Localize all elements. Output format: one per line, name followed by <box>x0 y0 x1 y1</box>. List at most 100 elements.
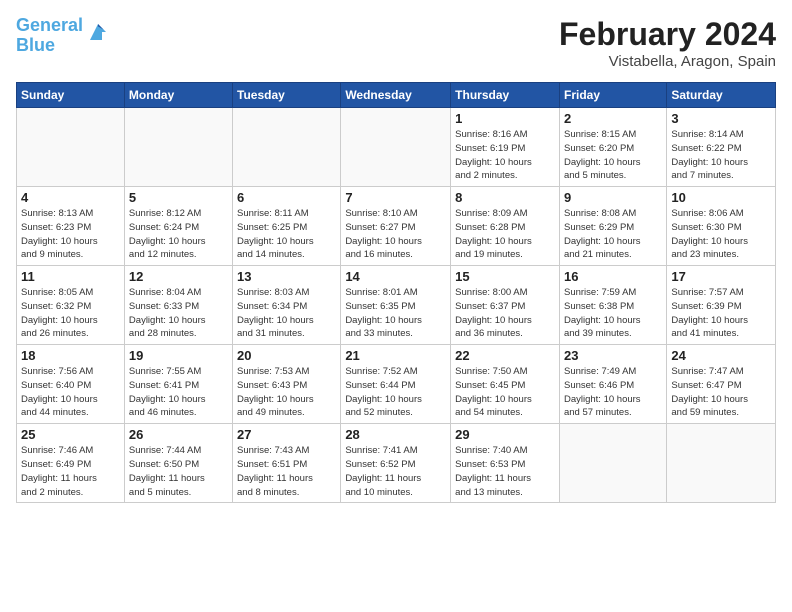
calendar-cell: 6 Sunrise: 8:11 AMSunset: 6:25 PMDaylight… <box>233 187 341 266</box>
day-of-week-monday: Monday <box>124 83 232 108</box>
day-info: Sunrise: 7:56 AMSunset: 6:40 PMDaylight:… <box>21 365 120 420</box>
day-info: Sunrise: 7:46 AMSunset: 6:49 PMDaylight:… <box>21 444 120 499</box>
day-info: Sunrise: 7:47 AMSunset: 6:47 PMDaylight:… <box>671 365 771 420</box>
day-number: 4 <box>21 190 120 205</box>
calendar-cell: 21 Sunrise: 7:52 AMSunset: 6:44 PMDayligh… <box>341 345 451 424</box>
day-info: Sunrise: 7:52 AMSunset: 6:44 PMDaylight:… <box>345 365 446 420</box>
week-row-2: 4Sunrise: 8:13 AMSunset: 6:23 PMDaylight… <box>17 187 776 266</box>
day-number: 21 <box>345 348 446 363</box>
calendar-cell: 8 Sunrise: 8:09 AMSunset: 6:28 PMDaylight… <box>451 187 560 266</box>
calendar-cell: 19Sunrise: 7:55 AMSunset: 6:41 PMDayligh… <box>124 345 232 424</box>
day-info: Sunrise: 8:08 AMSunset: 6:29 PMDaylight:… <box>564 207 662 262</box>
calendar-cell <box>233 108 341 187</box>
calendar-cell <box>667 424 776 503</box>
day-number: 26 <box>129 427 228 442</box>
day-number: 22 <box>455 348 555 363</box>
day-number: 13 <box>237 269 336 284</box>
logo-text: General Blue <box>16 16 83 56</box>
day-info: Sunrise: 8:01 AMSunset: 6:35 PMDaylight:… <box>345 286 446 341</box>
day-info: Sunrise: 7:43 AMSunset: 6:51 PMDaylight:… <box>237 444 336 499</box>
calendar-cell: 22 Sunrise: 7:50 AMSunset: 6:45 PMDayligh… <box>451 345 560 424</box>
day-info: Sunrise: 8:04 AMSunset: 6:33 PMDaylight:… <box>129 286 228 341</box>
calendar-cell: 9 Sunrise: 8:08 AMSunset: 6:29 PMDaylight… <box>559 187 666 266</box>
calendar-cell: 28 Sunrise: 7:41 AMSunset: 6:52 PMDayligh… <box>341 424 451 503</box>
calendar-cell: 14Sunrise: 8:01 AMSunset: 6:35 PMDayligh… <box>341 266 451 345</box>
week-row-1: 1 Sunrise: 8:16 AMSunset: 6:19 PMDaylight… <box>17 108 776 187</box>
calendar-cell: 5Sunrise: 8:12 AMSunset: 6:24 PMDaylight… <box>124 187 232 266</box>
day-info: Sunrise: 7:55 AMSunset: 6:41 PMDaylight:… <box>129 365 228 420</box>
week-row-3: 11 Sunrise: 8:05 AMSunset: 6:32 PMDayligh… <box>17 266 776 345</box>
day-info: Sunrise: 7:59 AMSunset: 6:38 PMDaylight:… <box>564 286 662 341</box>
calendar-cell: 13Sunrise: 8:03 AMSunset: 6:34 PMDayligh… <box>233 266 341 345</box>
day-number: 12 <box>129 269 228 284</box>
day-of-week-saturday: Saturday <box>667 83 776 108</box>
day-number: 1 <box>455 111 555 126</box>
title-block: February 2024 Vistabella, Aragon, Spain <box>559 16 776 70</box>
day-info: Sunrise: 7:41 AMSunset: 6:52 PMDaylight:… <box>345 444 446 499</box>
calendar-cell: 23 Sunrise: 7:49 AMSunset: 6:46 PMDayligh… <box>559 345 666 424</box>
day-number: 7 <box>345 190 446 205</box>
day-info: Sunrise: 7:49 AMSunset: 6:46 PMDaylight:… <box>564 365 662 420</box>
day-of-week-wednesday: Wednesday <box>341 83 451 108</box>
calendar-cell: 26 Sunrise: 7:44 AMSunset: 6:50 PMDayligh… <box>124 424 232 503</box>
day-number: 25 <box>21 427 120 442</box>
day-number: 20 <box>237 348 336 363</box>
day-info: Sunrise: 8:05 AMSunset: 6:32 PMDaylight:… <box>21 286 120 341</box>
day-number: 10 <box>671 190 771 205</box>
calendar-cell: 11 Sunrise: 8:05 AMSunset: 6:32 PMDayligh… <box>17 266 125 345</box>
calendar-cell <box>341 108 451 187</box>
day-number: 5 <box>129 190 228 205</box>
calendar-cell: 7Sunrise: 8:10 AMSunset: 6:27 PMDaylight… <box>341 187 451 266</box>
calendar-cell: 29 Sunrise: 7:40 AMSunset: 6:53 PMDayligh… <box>451 424 560 503</box>
calendar-cell: 24 Sunrise: 7:47 AMSunset: 6:47 PMDayligh… <box>667 345 776 424</box>
day-info: Sunrise: 8:11 AMSunset: 6:25 PMDaylight:… <box>237 207 336 262</box>
day-number: 8 <box>455 190 555 205</box>
calendar-cell <box>559 424 666 503</box>
day-info: Sunrise: 8:15 AMSunset: 6:20 PMDaylight:… <box>564 128 662 183</box>
day-info: Sunrise: 8:06 AMSunset: 6:30 PMDaylight:… <box>671 207 771 262</box>
day-number: 16 <box>564 269 662 284</box>
day-number: 24 <box>671 348 771 363</box>
day-info: Sunrise: 8:16 AMSunset: 6:19 PMDaylight:… <box>455 128 555 183</box>
calendar-cell <box>124 108 232 187</box>
day-number: 17 <box>671 269 771 284</box>
location: Vistabella, Aragon, Spain <box>559 53 776 70</box>
calendar-cell: 1 Sunrise: 8:16 AMSunset: 6:19 PMDaylight… <box>451 108 560 187</box>
header: General Blue February 2024 Vistabella, A… <box>16 16 776 70</box>
calendar-cell: 2 Sunrise: 8:15 AMSunset: 6:20 PMDaylight… <box>559 108 666 187</box>
calendar-header-row: SundayMondayTuesdayWednesdayThursdayFrid… <box>17 83 776 108</box>
calendar-cell: 27Sunrise: 7:43 AMSunset: 6:51 PMDayligh… <box>233 424 341 503</box>
calendar-cell: 10 Sunrise: 8:06 AMSunset: 6:30 PMDayligh… <box>667 187 776 266</box>
day-number: 28 <box>345 427 446 442</box>
day-info: Sunrise: 7:40 AMSunset: 6:53 PMDaylight:… <box>455 444 555 499</box>
calendar-cell: 12 Sunrise: 8:04 AMSunset: 6:33 PMDayligh… <box>124 266 232 345</box>
calendar-cell: 15 Sunrise: 8:00 AMSunset: 6:37 PMDayligh… <box>451 266 560 345</box>
day-info: Sunrise: 7:44 AMSunset: 6:50 PMDaylight:… <box>129 444 228 499</box>
calendar-cell: 25 Sunrise: 7:46 AMSunset: 6:49 PMDayligh… <box>17 424 125 503</box>
day-info: Sunrise: 8:14 AMSunset: 6:22 PMDaylight:… <box>671 128 771 183</box>
logo: General Blue <box>16 16 110 56</box>
day-number: 23 <box>564 348 662 363</box>
logo-general: General <box>16 15 83 35</box>
day-info: Sunrise: 8:09 AMSunset: 6:28 PMDaylight:… <box>455 207 555 262</box>
calendar-cell: 20Sunrise: 7:53 AMSunset: 6:43 PMDayligh… <box>233 345 341 424</box>
calendar-cell: 17 Sunrise: 7:57 AMSunset: 6:39 PMDayligh… <box>667 266 776 345</box>
day-of-week-sunday: Sunday <box>17 83 125 108</box>
calendar-cell <box>17 108 125 187</box>
calendar-cell: 18Sunrise: 7:56 AMSunset: 6:40 PMDayligh… <box>17 345 125 424</box>
day-number: 6 <box>237 190 336 205</box>
day-info: Sunrise: 7:57 AMSunset: 6:39 PMDaylight:… <box>671 286 771 341</box>
logo-icon <box>86 20 110 44</box>
day-info: Sunrise: 7:50 AMSunset: 6:45 PMDaylight:… <box>455 365 555 420</box>
page: General Blue February 2024 Vistabella, A… <box>0 0 792 612</box>
day-number: 9 <box>564 190 662 205</box>
day-number: 2 <box>564 111 662 126</box>
calendar-cell: 3Sunrise: 8:14 AMSunset: 6:22 PMDaylight… <box>667 108 776 187</box>
day-number: 29 <box>455 427 555 442</box>
day-number: 15 <box>455 269 555 284</box>
day-number: 11 <box>21 269 120 284</box>
logo-blue: Blue <box>16 35 55 55</box>
day-info: Sunrise: 8:00 AMSunset: 6:37 PMDaylight:… <box>455 286 555 341</box>
calendar-cell: 4Sunrise: 8:13 AMSunset: 6:23 PMDaylight… <box>17 187 125 266</box>
calendar-cell: 16 Sunrise: 7:59 AMSunset: 6:38 PMDayligh… <box>559 266 666 345</box>
